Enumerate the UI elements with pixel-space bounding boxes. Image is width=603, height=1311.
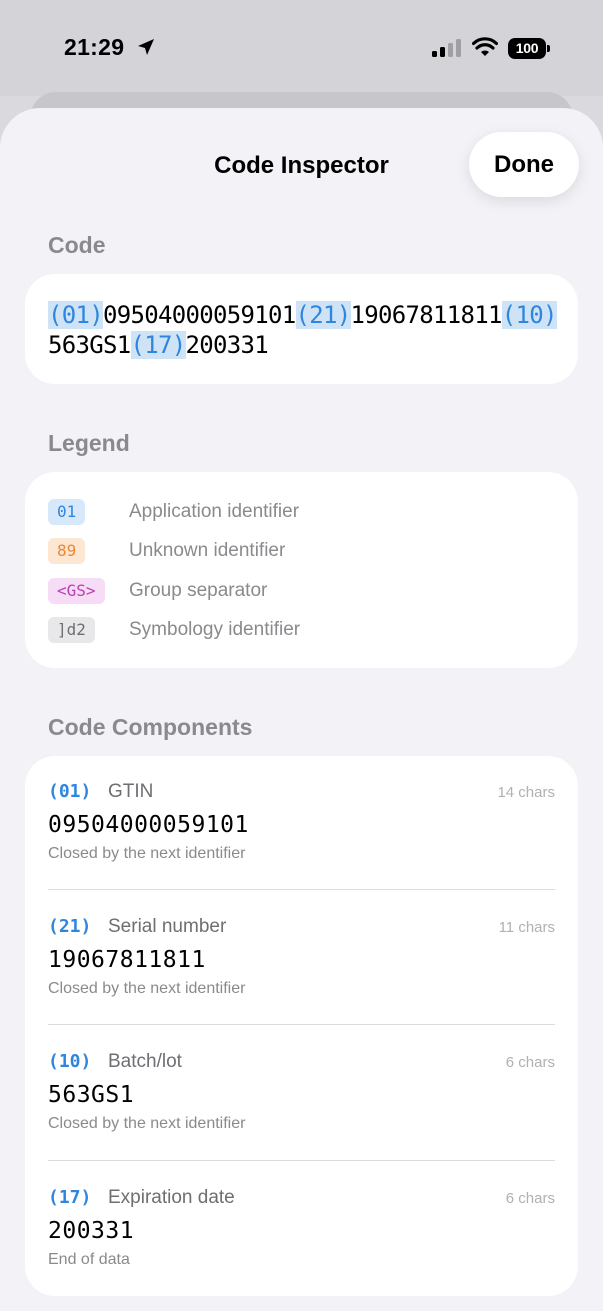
code-ai-segment: (10) <box>501 301 557 329</box>
row-divider <box>48 1024 555 1025</box>
battery-tip <box>547 45 550 52</box>
wifi-icon <box>472 37 498 56</box>
location-arrow-icon <box>138 39 154 55</box>
code-ai-segment: (17) <box>130 331 186 359</box>
code-value-segment: 09504000059101 <box>103 301 296 329</box>
component-name: GTIN <box>108 781 154 802</box>
component-ai: (01) <box>48 781 92 802</box>
legend-label: Unknown identifier <box>129 540 286 561</box>
legend-card: 01 Application identifier 89 Unknown ide… <box>25 472 578 668</box>
legend-badge-gs: <GS> <box>48 578 105 604</box>
component-name: Expiration date <box>108 1187 235 1208</box>
component-length: 6 chars <box>505 1190 555 1207</box>
component-row-expiration-date[interactable]: (17) Expiration date 6 chars 200331 End … <box>48 1162 555 1297</box>
component-ai: (21) <box>48 916 92 937</box>
component-ai: (17) <box>48 1187 92 1208</box>
legend-badge-ai: 01 <box>48 499 86 525</box>
component-note: Closed by the next identifier <box>48 980 246 997</box>
legend-section-header: Legend <box>48 430 130 456</box>
component-note: Closed by the next identifier <box>48 845 246 862</box>
battery-icon: 100 <box>508 38 550 59</box>
components-section-header: Code Components <box>48 714 253 740</box>
component-note: Closed by the next identifier <box>48 1115 246 1132</box>
legend-badge-symbology: ]d2 <box>48 617 95 643</box>
code-value-segment: 19067811811 <box>350 301 503 329</box>
component-note: End of data <box>48 1251 130 1268</box>
component-length: 6 chars <box>505 1054 555 1071</box>
status-bar: 21:29 100 <box>0 0 603 96</box>
component-length: 14 chars <box>497 784 555 801</box>
components-card: (01) GTIN 14 chars 09504000059101 Closed… <box>25 756 578 1296</box>
done-button[interactable]: Done <box>469 132 579 197</box>
code-card: (01)09504000059101(21)19067811811(10) 563… <box>25 274 578 384</box>
code-value-segment: 200331 <box>185 331 269 359</box>
component-ai: (10) <box>48 1051 92 1072</box>
component-row-batch-lot[interactable]: (10) Batch/lot 6 chars 563GS1 Closed by … <box>48 1026 555 1161</box>
component-name: Serial number <box>108 916 227 937</box>
code-inspector-sheet: Code Inspector Done Code (01)09504000059… <box>0 108 603 1311</box>
component-row-gtin[interactable]: (01) GTIN 14 chars 09504000059101 Closed… <box>48 756 555 891</box>
code-ai-segment: (21) <box>295 301 351 329</box>
code-ai-segment: (01) <box>48 301 104 329</box>
code-section-header: Code <box>48 232 106 258</box>
cellular-signal-icon <box>432 39 461 57</box>
component-row-serial-number[interactable]: (21) Serial number 11 chars 19067811811 … <box>48 891 555 1026</box>
component-value: 200331 <box>48 1218 135 1244</box>
battery-level: 100 <box>508 38 546 59</box>
row-divider <box>48 1160 555 1161</box>
code-value-segment: 563GS1 <box>48 331 131 359</box>
status-time: 21:29 <box>64 34 125 60</box>
row-divider <box>48 889 555 890</box>
component-name: Batch/lot <box>108 1051 182 1072</box>
component-length: 11 chars <box>498 919 555 936</box>
legend-label: Application identifier <box>129 501 300 522</box>
code-string[interactable]: (01)09504000059101(21)19067811811(10) 563… <box>48 300 563 360</box>
legend-badge-unknown: 89 <box>48 538 86 564</box>
legend-label: Group separator <box>129 580 268 601</box>
component-value: 563GS1 <box>48 1082 135 1108</box>
legend-label: Symbology identifier <box>129 619 301 640</box>
component-value: 09504000059101 <box>48 812 249 838</box>
component-value: 19067811811 <box>48 947 206 973</box>
